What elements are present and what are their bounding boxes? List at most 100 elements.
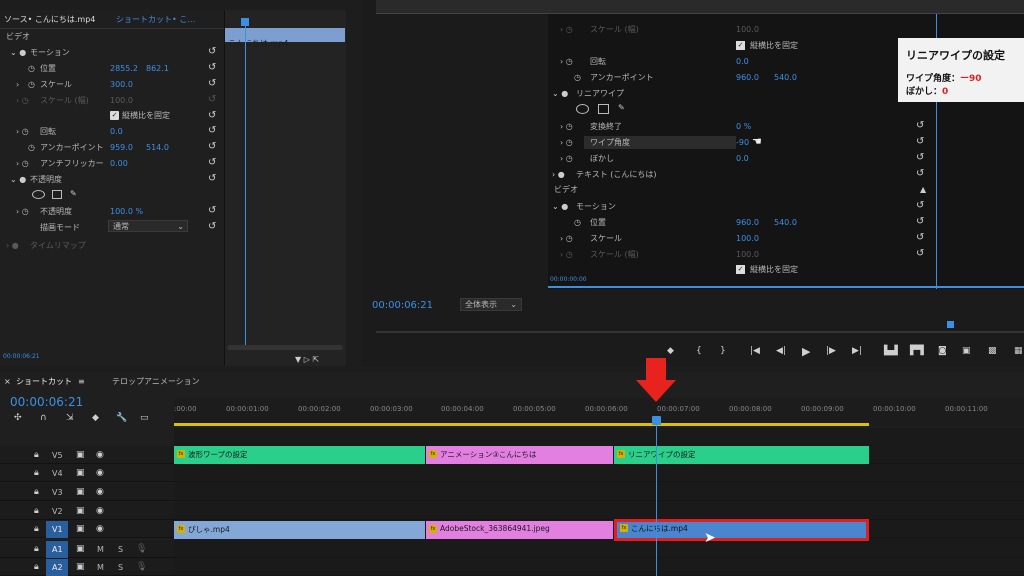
lock-icon[interactable]: 🔒︎ (34, 525, 39, 534)
clip-v5-linearwipe[interactable]: fx リニアワイプの設定 (614, 446, 869, 464)
reset-icon[interactable]: ↺ (208, 221, 216, 232)
reset-icon[interactable]: ↺ (208, 141, 216, 152)
reset-icon[interactable]: ↺ (916, 152, 924, 163)
opacity-eye-icon[interactable]: ⌄ ● (10, 176, 26, 184)
eye-icon[interactable]: ◉ (96, 451, 104, 460)
pen-icon[interactable]: ✎ (618, 104, 625, 112)
chevron-right-icon[interactable]: › ● (6, 242, 19, 250)
microphone-icon[interactable]: 🎙︎ (136, 563, 147, 572)
eye-icon[interactable]: ◉ (96, 507, 104, 516)
stopwatch-icon[interactable]: ◷ (28, 144, 35, 152)
track-label-a2[interactable]: A2 (52, 564, 63, 572)
clip-v1-adobestock[interactable]: fx AdobeStock_363864941.jpeg (426, 521, 613, 539)
mark-out-icon[interactable]: } (720, 347, 726, 356)
track-label-v5[interactable]: V5 (52, 452, 63, 460)
rotation-value[interactable]: 0.0 (110, 128, 123, 136)
lock-icon[interactable]: 🔒︎ (34, 545, 39, 554)
ellipse-mask-icon[interactable] (32, 190, 45, 199)
sync-icon[interactable]: ▣ (76, 451, 85, 460)
stopwatch-icon[interactable]: ◷ (28, 65, 35, 73)
close-icon[interactable]: × (4, 378, 11, 386)
reset-icon[interactable]: ↺ (208, 125, 216, 136)
eye-icon[interactable]: ◉ (96, 469, 104, 478)
solo-button[interactable]: S (118, 564, 123, 572)
lock-icon[interactable]: 🔒︎ (34, 488, 39, 497)
anchor-y[interactable]: 514.0 (146, 144, 169, 152)
position-y[interactable]: 862.1 (146, 65, 169, 73)
checkbox-icon[interactable]: ✓ (736, 41, 745, 50)
eye-icon[interactable]: ◉ (96, 525, 104, 534)
chevron-right-icon[interactable]: › ◷ (560, 139, 573, 147)
position-x[interactable]: 960.0 (736, 219, 759, 227)
stopwatch-icon[interactable]: ◷ (574, 74, 581, 82)
menu-icon[interactable]: ≡ (78, 378, 85, 386)
track-a1[interactable] (174, 540, 1024, 558)
reset-icon[interactable]: ↺ (208, 157, 216, 168)
overlay-icon[interactable]: ▩ (988, 347, 997, 356)
export-icon[interactable]: ▦ (1014, 347, 1023, 356)
rectangle-mask-icon[interactable] (52, 190, 62, 199)
filter-icon[interactable]: ▼ ▷ ⇱ (295, 356, 319, 364)
linked-selection-icon[interactable]: ⇲ (66, 414, 74, 423)
checkbox-icon[interactable]: ✓ (736, 265, 745, 274)
anchor-x[interactable]: 960.0 (736, 74, 759, 82)
stopwatch-icon[interactable]: ◷ (28, 81, 35, 89)
play-icon[interactable]: ▶ (802, 346, 810, 357)
chevron-right-icon[interactable]: › ◷ (560, 123, 573, 131)
camera-icon[interactable]: ◙ (938, 347, 947, 356)
mute-button[interactable]: M (97, 546, 104, 554)
chevron-right-icon[interactable]: › ◷ (16, 128, 29, 136)
ellipse-mask-icon[interactable] (576, 104, 589, 114)
source-clip-bar[interactable]: こんにちは.mp4 (225, 28, 345, 48)
microphone-icon[interactable]: 🎙︎ (136, 545, 147, 554)
sync-icon[interactable]: ▣ (76, 507, 85, 516)
anchor-x[interactable]: 959.0 (110, 144, 133, 152)
chevron-right-icon[interactable]: › ◷ (16, 208, 29, 216)
mute-button[interactable]: M (97, 564, 104, 572)
feather-value[interactable]: 0.0 (736, 155, 749, 163)
nest-icon[interactable]: ✣ (14, 414, 22, 423)
chevron-right-icon[interactable]: › ◷ (560, 155, 573, 163)
blend-mode-select[interactable]: 通常 ⌄ (108, 220, 188, 232)
motion-eye-icon[interactable]: ⌄ ● (10, 49, 26, 57)
anchor-y[interactable]: 540.0 (774, 74, 797, 82)
snap-icon[interactable]: ∩ (40, 414, 47, 423)
chevron-right-icon[interactable]: › ◷ (560, 235, 573, 243)
angle-value[interactable]: -90 (736, 139, 749, 147)
extract-icon[interactable]: ▛▜ (910, 347, 924, 356)
captions-icon[interactable]: ▭ (140, 414, 149, 423)
sync-icon[interactable]: ▣ (76, 525, 85, 534)
program-scrubber[interactable] (376, 331, 1024, 333)
sync-icon[interactable]: ▣ (76, 488, 85, 497)
lift-icon[interactable]: ▙▟ (884, 347, 898, 356)
track-a2[interactable] (174, 558, 1024, 576)
eye-icon[interactable]: ◉ (96, 488, 104, 497)
reset-icon[interactable]: ↺ (208, 62, 216, 73)
step-forward-icon[interactable]: |▶ (826, 347, 836, 356)
lock-icon[interactable]: 🔒︎ (34, 469, 39, 478)
text-eye-icon[interactable]: › ● (552, 171, 565, 179)
track-label-a1[interactable]: A1 (52, 546, 63, 554)
opacity-value[interactable]: 100.0 % (110, 208, 143, 216)
track-label-v2[interactable]: V2 (52, 508, 63, 516)
timeline-tab-shortcut[interactable]: ショートカット (16, 378, 72, 386)
track-v4[interactable] (174, 464, 1024, 482)
track-v2[interactable] (174, 502, 1024, 520)
sync-icon[interactable]: ▣ (76, 563, 85, 572)
lock-icon[interactable]: 🔒︎ (34, 451, 39, 460)
track-label-v4[interactable]: V4 (52, 470, 63, 478)
marker-icon[interactable]: ◆ (92, 414, 99, 423)
reset-icon[interactable]: ↺ (208, 78, 216, 89)
program-timecode[interactable]: 00:00:06:21 (372, 300, 433, 311)
chevron-right-icon[interactable]: › (16, 81, 19, 89)
clip-v1-pisha[interactable]: fx ぴしゃ.mp4 (174, 521, 425, 539)
reset-icon[interactable]: ↺ (916, 200, 924, 211)
antiflicker-value[interactable]: 0.00 (110, 160, 128, 168)
go-to-out-icon[interactable]: ▶| (852, 347, 862, 356)
reset-icon[interactable]: ↺ (208, 205, 216, 216)
program-playhead[interactable] (947, 321, 954, 328)
track-v3[interactable] (174, 483, 1024, 501)
reset-icon[interactable]: ↺ (916, 216, 924, 227)
source-tab[interactable]: ソース• こんにちは.mp4 (4, 16, 95, 24)
timeline-tab-telop[interactable]: テロップアニメーション (112, 378, 200, 386)
